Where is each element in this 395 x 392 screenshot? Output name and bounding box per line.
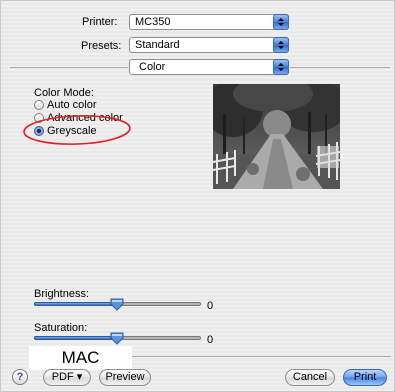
popup-arrows-icon: [273, 37, 289, 53]
cancel-button-label: Cancel: [292, 371, 328, 383]
preview-button-label: Preview: [105, 371, 145, 383]
color-mode-label: Color Mode:: [34, 87, 94, 99]
bottom-separator: [131, 356, 391, 357]
brightness-label: Brightness:: [34, 288, 90, 300]
section-separator-right: [290, 67, 390, 68]
saturation-fill: [34, 336, 118, 340]
brightness-value: 0: [207, 300, 214, 312]
presets-label: Presets:: [81, 40, 122, 52]
print-button-label: Print: [353, 371, 377, 383]
saturation-value: 0: [207, 334, 214, 346]
preview-image: [213, 84, 340, 189]
mac-overlay-label: MAC: [29, 346, 132, 370]
printer-label: Printer:: [82, 16, 118, 28]
help-icon: ?: [16, 371, 24, 383]
popup-arrows-icon: [273, 59, 289, 75]
radio-auto-color[interactable]: Auto color: [34, 99, 97, 111]
presets-popup[interactable]: Standard: [129, 37, 289, 53]
popup-arrows-icon: [273, 14, 289, 30]
radio-button-icon: [34, 100, 44, 110]
brightness-fill: [34, 302, 118, 306]
panel-value: Color: [139, 61, 166, 73]
presets-value: Standard: [135, 39, 180, 51]
brightness-slider-thumb[interactable]: [110, 298, 124, 311]
help-button[interactable]: ?: [12, 369, 28, 385]
annotation-circle-icon: [23, 115, 131, 145]
saturation-slider-thumb[interactable]: [110, 332, 124, 345]
print-dialog: Printer: MC350 Presets: Standard Color C…: [0, 0, 395, 392]
saturation-label: Saturation:: [34, 322, 88, 334]
radio-auto-color-label: Auto color: [47, 99, 97, 111]
preview-button[interactable]: Preview: [99, 369, 151, 386]
pdf-button-label: PDF ▾: [51, 371, 83, 383]
panel-popup[interactable]: Color: [129, 59, 289, 75]
section-separator-left: [10, 67, 128, 68]
print-button[interactable]: Print: [343, 369, 387, 386]
cancel-button[interactable]: Cancel: [285, 369, 335, 386]
printer-popup[interactable]: MC350: [129, 14, 289, 30]
pdf-button[interactable]: PDF ▾: [43, 369, 91, 386]
printer-value: MC350: [135, 16, 171, 28]
